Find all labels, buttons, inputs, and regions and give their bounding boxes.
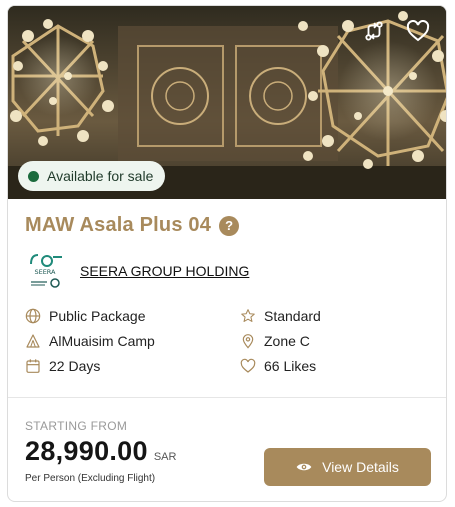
price-value: 28,990.00	[25, 436, 148, 466]
heart-outline-icon	[406, 20, 430, 42]
feature-visibility: Public Package	[25, 308, 146, 324]
feature-camp: AlMuaisim Camp	[25, 333, 155, 349]
eye-icon	[296, 463, 312, 471]
calendar-icon	[26, 359, 40, 373]
feature-label: AlMuaisim Camp	[49, 333, 155, 349]
starting-label: STARTING FROM	[25, 419, 128, 433]
feature-likes: 66 Likes	[240, 358, 316, 374]
location-pin-icon	[242, 334, 254, 349]
feature-label: Zone C	[264, 333, 310, 349]
status-dot	[28, 170, 39, 182]
compare-icon	[365, 21, 383, 41]
price-row: 28,990.00 SAR	[25, 436, 176, 467]
hero-image: Available for sale	[8, 6, 446, 199]
agency-row: SEERA SEERA GROUP HOLDING	[25, 252, 249, 290]
help-icon[interactable]: ?	[219, 215, 240, 236]
feature-label: 66 Likes	[264, 358, 317, 374]
svg-text:SEERA: SEERA	[34, 268, 56, 276]
feature-duration: 22 Days	[25, 358, 100, 374]
favorite-button[interactable]	[406, 20, 436, 50]
tent-icon	[26, 334, 40, 348]
availability-badge: Available for sale	[18, 161, 166, 191]
package-card[interactable]: Available for sale MAW Asala Plus 04 ? S…	[7, 5, 447, 502]
seera-logo: SEERA	[30, 254, 62, 288]
availability-label: Available for sale	[47, 168, 154, 184]
view-details-label: View Details	[322, 459, 399, 475]
view-details-button[interactable]: View Details	[264, 448, 431, 486]
feature-label: Public Package	[49, 308, 146, 324]
feature-label: Standard	[264, 308, 321, 324]
heart-outline-icon	[240, 358, 256, 373]
feature-label: 22 Days	[49, 358, 101, 374]
agency-link[interactable]: SEERA GROUP HOLDING	[80, 263, 249, 279]
compare-button[interactable]	[363, 20, 393, 50]
price-note: Per Person (Excluding Flight)	[25, 473, 156, 484]
package-title: MAW Asala Plus 04	[25, 214, 212, 236]
divider	[8, 397, 446, 398]
feature-class: Standard	[240, 308, 321, 324]
globe-icon	[25, 308, 41, 324]
currency-label: SAR	[153, 451, 177, 463]
star-outline-icon	[241, 309, 255, 322]
title-row: MAW Asala Plus 04 ?	[25, 214, 240, 237]
feature-zone: Zone C	[240, 333, 310, 349]
